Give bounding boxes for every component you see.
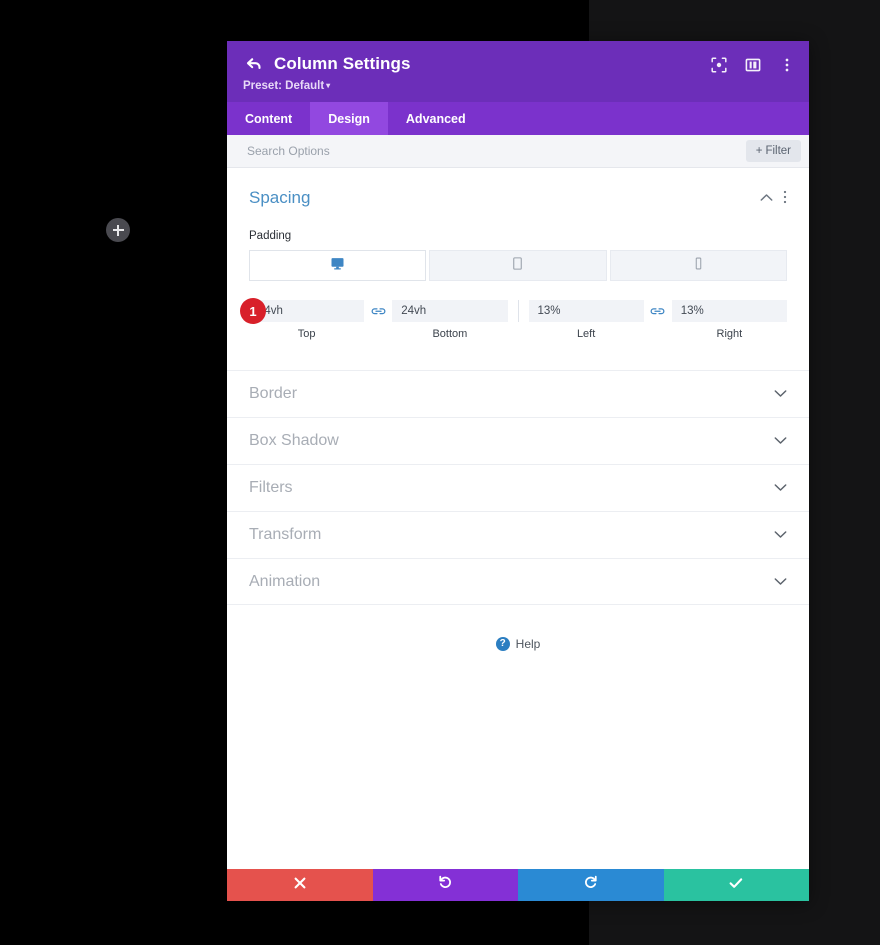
spacing-section-title: Spacing <box>249 188 311 207</box>
section-label: Border <box>249 385 298 402</box>
modal-header: Column Settings Preset: Default ▾ <box>227 41 809 102</box>
modal-body: Spacing Padding 1 24vh Top 24vh Bottom 1… <box>227 168 809 869</box>
spacing-section-controls <box>760 190 787 206</box>
tab-content[interactable]: Content <box>227 102 310 135</box>
modal-header-icons <box>709 55 797 75</box>
link-left-right-icon[interactable] <box>644 300 672 322</box>
more-vertical-icon[interactable] <box>777 55 797 75</box>
tablet-icon <box>510 256 525 276</box>
cancel-button[interactable] <box>227 869 373 901</box>
padding-horizontal-group: Left Right <box>528 300 787 340</box>
padding-left-label: Left <box>576 328 596 340</box>
preset-label: Preset: Default <box>243 80 325 92</box>
padding-bottom-label: Bottom <box>432 328 468 340</box>
filter-button-label: Filter <box>765 145 791 157</box>
search-input[interactable] <box>247 144 746 158</box>
section-row-transform[interactable]: Transform <box>227 511 809 558</box>
padding-right-input[interactable] <box>671 300 787 322</box>
padding-vertical-group: Top Bottom <box>249 300 508 340</box>
layout-panel-icon[interactable] <box>743 55 763 75</box>
spacing-more-vertical-icon[interactable] <box>783 190 787 206</box>
padding-label: Padding <box>249 230 292 242</box>
chevron-down-icon <box>774 528 787 542</box>
section-label: Filters <box>249 479 293 496</box>
redo-icon <box>583 875 598 895</box>
save-button[interactable] <box>663 869 809 901</box>
filter-button[interactable]: + Filter <box>745 140 801 162</box>
padding-top-label: Top <box>297 328 316 340</box>
section-row-box-shadow[interactable]: Box Shadow <box>227 417 809 464</box>
section-label: Animation <box>249 572 321 590</box>
section-row-animation[interactable]: Animation <box>227 558 809 605</box>
plus-icon-horizontal-bar <box>112 229 124 231</box>
device-phone-tab[interactable] <box>609 250 787 281</box>
undo-icon <box>438 875 453 895</box>
search-options-bar: +Filter <box>227 135 809 168</box>
chevron-up-icon[interactable] <box>760 191 773 205</box>
add-section-button[interactable] <box>106 218 130 242</box>
padding-right-label: Right <box>716 328 743 340</box>
step-badge-1: 1 <box>240 298 266 324</box>
section-row-filters[interactable]: Filters <box>227 464 809 511</box>
modal-tabs: Content Design Advanced <box>227 102 809 135</box>
redo-button[interactable] <box>518 869 664 901</box>
collapsed-sections-list: Border Box Shadow Filters Transform Anim… <box>227 370 809 605</box>
preset-selector[interactable]: Preset: Default ▾ <box>243 80 793 92</box>
padding-right-cell: Right <box>671 300 787 340</box>
tab-advanced[interactable]: Advanced <box>388 102 484 135</box>
device-toggle-group <box>249 250 787 281</box>
padding-bottom-cell: Bottom <box>392 300 508 340</box>
chevron-down-icon <box>774 575 787 589</box>
focus-icon[interactable] <box>709 55 729 75</box>
help-link[interactable]: ? Help <box>227 637 809 651</box>
link-top-bottom-icon[interactable] <box>364 300 392 322</box>
chevron-down-icon <box>774 387 787 401</box>
help-circle-icon: ? <box>495 637 510 651</box>
desktop-icon <box>330 256 345 276</box>
section-label: Box Shadow <box>249 432 339 449</box>
padding-fields-row: 1 Top Bottom <box>227 298 809 340</box>
section-label: Transform <box>249 526 322 543</box>
padding-top-cell: Top <box>249 300 365 340</box>
plus-icon: + <box>755 145 763 157</box>
padding-left-input[interactable] <box>528 300 644 322</box>
chevron-down-icon <box>774 481 787 495</box>
padding-bottom-input[interactable] <box>392 300 508 322</box>
padding-left-cell: Left <box>528 300 644 340</box>
spacing-section-header[interactable]: Spacing <box>249 168 787 212</box>
close-icon <box>293 876 307 895</box>
spacing-section: Spacing Padding 1 24vh Top 24vh Bottom 1… <box>227 168 809 340</box>
tab-design[interactable]: Design <box>310 102 388 135</box>
modal-footer <box>227 869 809 901</box>
check-icon <box>728 875 744 896</box>
padding-top-input[interactable] <box>249 300 365 322</box>
back-arrow-icon[interactable] <box>243 53 265 75</box>
padding-group-divider <box>517 300 519 322</box>
undo-button[interactable] <box>372 869 518 901</box>
section-row-border[interactable]: Border <box>227 370 809 417</box>
phone-icon <box>691 256 706 276</box>
page-title: Column Settings <box>274 54 411 73</box>
device-tablet-tab[interactable] <box>429 250 607 281</box>
chevron-down-icon: ▾ <box>326 81 331 91</box>
help-label: Help <box>515 637 541 651</box>
device-desktop-tab[interactable] <box>249 250 427 281</box>
chevron-down-icon <box>774 434 787 448</box>
column-settings-modal: Column Settings Preset: Default ▾ Conten… <box>227 41 809 901</box>
